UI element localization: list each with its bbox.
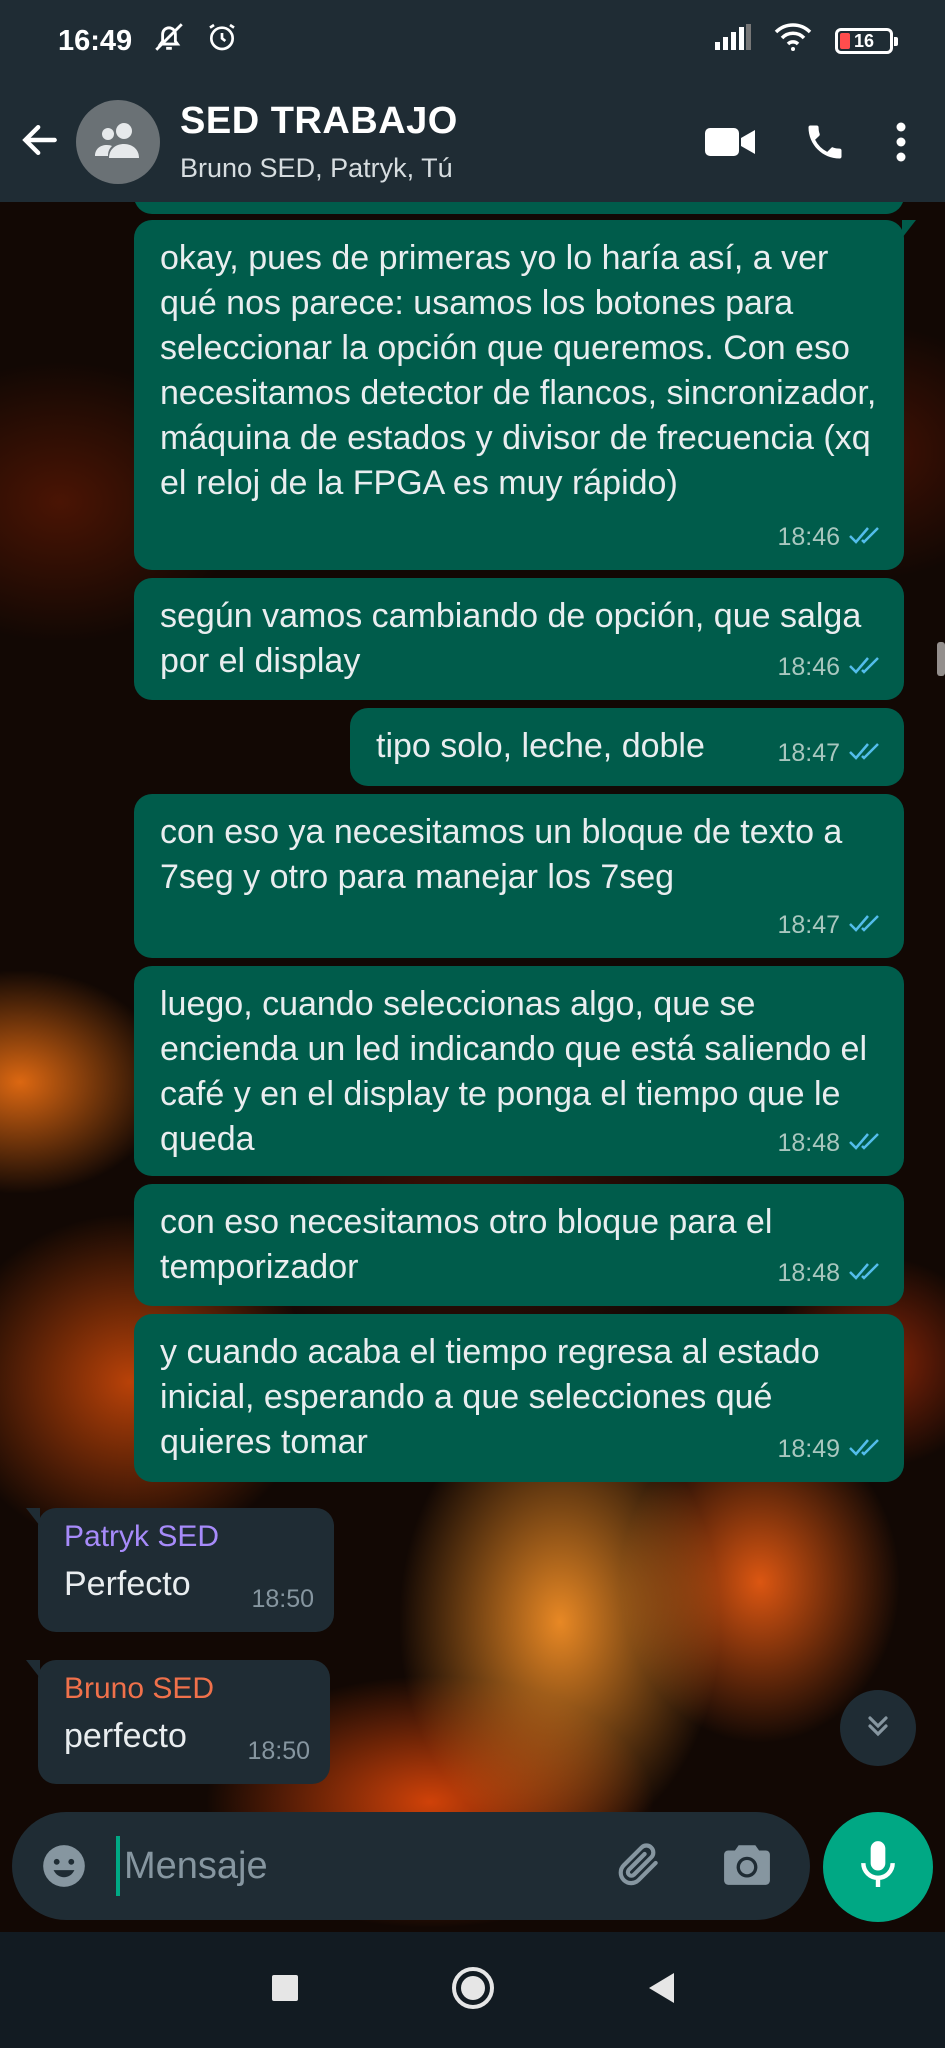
message-sender[interactable]: Bruno SED (64, 1670, 304, 1708)
read-ticks-icon (848, 1251, 884, 1296)
message-out[interactable]: con eso ya necesitamos un bloque de text… (134, 794, 904, 958)
message-time: 18:46 (777, 653, 840, 681)
battery-icon: 16 (835, 28, 898, 54)
message-text: con eso ya necesitamos un bloque de text… (160, 813, 843, 896)
system-nav-bar (0, 1932, 945, 2048)
signal-icon (715, 24, 751, 58)
message-out[interactable]: y cuando acaba el tiempo regresa al esta… (134, 1314, 904, 1482)
alarm-clock-icon (206, 21, 238, 61)
message-in[interactable]: Patryk SED Perfecto 18:50 (26, 1508, 334, 1632)
status-bar: 16:49 16 (0, 0, 945, 82)
message-out[interactable]: con eso necesitamos otro bloque para el … (134, 1184, 904, 1306)
more-options-icon[interactable] (895, 121, 907, 163)
emoji-icon[interactable] (36, 1838, 92, 1894)
message-out[interactable]: luego, cuando seleccionas algo, que se e… (134, 966, 904, 1176)
message-in[interactable]: Bruno SED perfecto 18:50 (26, 1660, 330, 1784)
group-avatar[interactable] (76, 100, 160, 184)
message-meta: 18:46 (777, 645, 884, 690)
message-time: 18:48 (777, 1129, 840, 1157)
message-meta: 18:50 (247, 1729, 310, 1774)
message-text: okay, pues de primeras yo lo haría así, … (160, 239, 877, 502)
message-text: con eso necesitamos otro bloque para el … (160, 1203, 773, 1286)
message-time: 18:47 (777, 911, 840, 939)
message-time: 18:47 (777, 739, 840, 767)
message-meta: 18:46 (777, 515, 884, 560)
read-ticks-icon (848, 731, 884, 776)
message-out[interactable]: según vamos cambiando de opción, que sal… (134, 578, 904, 700)
wifi-icon (773, 22, 813, 60)
attach-icon[interactable] (614, 1839, 664, 1894)
message-meta: 18:47 (777, 903, 884, 948)
message-out[interactable]: okay, pues de primeras yo lo haría así, … (134, 220, 916, 570)
chat-participants: Bruno SED, Patryk, Tú (180, 153, 453, 183)
camera-icon[interactable] (722, 1841, 772, 1892)
clock: 16:49 (58, 24, 133, 57)
chat-area[interactable]: okay, pues de primeras yo lo haría así, … (0, 202, 945, 1932)
message-time: 18:49 (777, 1435, 840, 1463)
message-time: 18:50 (251, 1585, 314, 1613)
back-nav-icon[interactable] (646, 1971, 676, 2010)
message-meta: 18:50 (251, 1577, 314, 1622)
chat-title: SED TRABAJO (180, 100, 458, 142)
double-chevron-down-icon (862, 1710, 894, 1747)
message-sender[interactable]: Patryk SED (64, 1518, 308, 1556)
scroll-to-bottom-button[interactable] (840, 1690, 916, 1766)
scroll-indicator[interactable] (937, 642, 945, 676)
read-ticks-icon (848, 645, 884, 690)
phone-call-icon[interactable] (803, 120, 847, 164)
read-ticks-icon (848, 1427, 884, 1472)
message-meta: 18:48 (777, 1251, 884, 1296)
message-text: y cuando acaba el tiempo regresa al esta… (160, 1333, 820, 1461)
previous-message-fragment[interactable] (134, 202, 904, 214)
chat-header: SED TRABAJO Bruno SED, Patryk, Tú (0, 82, 945, 202)
message-meta: 18:49 (777, 1427, 884, 1472)
video-call-icon[interactable] (705, 126, 755, 158)
mute-alarm-icon (152, 20, 186, 62)
message-time: 18:50 (247, 1737, 310, 1765)
message-composer (12, 1812, 810, 1920)
status-right: 16 (715, 22, 898, 60)
home-icon[interactable] (450, 1965, 496, 2016)
message-meta: 18:48 (777, 1121, 884, 1166)
voice-message-button[interactable] (823, 1812, 933, 1922)
chat-title-block[interactable]: SED TRABAJO Bruno SED, Patryk, Tú (180, 100, 705, 184)
message-meta: 18:47 (777, 731, 884, 776)
back-arrow-icon (18, 118, 62, 167)
message-time: 18:48 (777, 1259, 840, 1287)
message-input[interactable] (116, 1836, 614, 1896)
header-actions (705, 120, 907, 164)
read-ticks-icon (848, 903, 884, 948)
read-ticks-icon (848, 515, 884, 560)
composer-actions (614, 1839, 772, 1894)
microphone-icon (856, 1839, 900, 1896)
message-text: según vamos cambiando de opción, que sal… (160, 597, 862, 680)
group-avatar-icon (91, 120, 145, 165)
battery-level: 16 (853, 30, 875, 51)
back-button[interactable] (4, 82, 76, 202)
recents-icon[interactable] (270, 1973, 300, 2008)
message-text: tipo solo, leche, doble (376, 727, 705, 765)
message-time: 18:46 (777, 523, 840, 551)
message-out[interactable]: tipo solo, leche, doble 18:47 (350, 708, 904, 786)
status-left: 16:49 (58, 20, 238, 62)
message-text: luego, cuando seleccionas algo, que se e… (160, 985, 867, 1158)
read-ticks-icon (848, 1121, 884, 1166)
